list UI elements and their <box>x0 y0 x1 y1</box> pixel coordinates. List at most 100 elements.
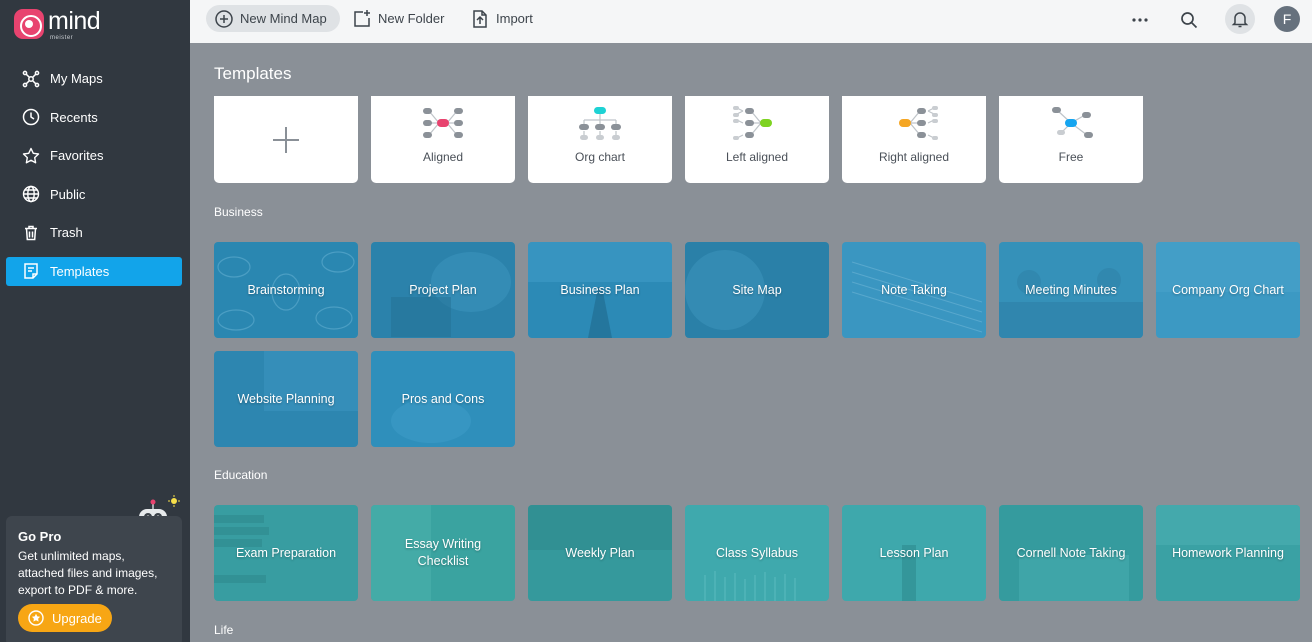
go-pro-panel: Go Pro Get unlimited maps, attached file… <box>6 516 182 642</box>
badge-star-icon <box>28 610 44 626</box>
new-mind-map-label: New Mind Map <box>240 11 327 26</box>
search-icon <box>1181 12 1198 29</box>
template-card-left-aligned[interactable]: Left aligned <box>685 96 829 183</box>
template-card-company-org-chart[interactable]: Company Org Chart <box>1156 242 1300 338</box>
right-aligned-layout-icon <box>899 106 938 140</box>
template-card-label: Lesson Plan <box>879 545 949 560</box>
template-card-label: Company Org Chart <box>1172 282 1284 297</box>
template-card-meeting-minutes[interactable]: Meeting Minutes <box>999 242 1143 338</box>
mindmap-icon <box>22 70 40 88</box>
sidebar-item-public[interactable]: Public <box>6 180 182 209</box>
template-card-label: Site Map <box>732 282 782 297</box>
add-circle-icon <box>214 9 234 29</box>
plus-icon <box>273 126 299 153</box>
template-card-right-aligned[interactable]: Right aligned <box>842 96 986 183</box>
sidebar-item-my-maps[interactable]: My Maps <box>6 64 182 93</box>
template-card-label: Weekly Plan <box>565 545 635 560</box>
template-card-website-planning[interactable]: Website Planning <box>214 351 358 447</box>
org-chart-layout-icon <box>579 107 621 140</box>
template-card-aligned[interactable]: Aligned <box>371 96 515 183</box>
trash-icon <box>22 224 40 242</box>
sidebar-item-label: Trash <box>50 225 83 240</box>
new-folder-icon <box>352 9 372 29</box>
template-card-homework-planning[interactable]: Homework Planning <box>1156 505 1300 601</box>
notifications-button[interactable] <box>1225 4 1255 34</box>
sidebar-nav: My Maps Recents Favorites Public Trash T… <box>6 64 182 295</box>
template-card-weekly-plan[interactable]: Weekly Plan <box>528 505 672 601</box>
clock-icon <box>22 108 40 126</box>
topbar: New Mind Map New Folder Import F <box>190 0 1312 43</box>
sidebar-item-trash[interactable]: Trash <box>6 218 182 247</box>
template-card-label: Left aligned <box>725 150 789 164</box>
template-card-label: Business Plan <box>560 282 640 297</box>
import-label: Import <box>496 11 533 26</box>
template-card-cornell-note-taking[interactable]: Cornell Note Taking <box>999 505 1143 601</box>
more-horizontal-icon <box>1132 18 1148 22</box>
template-card-essay-writing-checklist[interactable]: Essay Writing Checklist <box>371 505 515 601</box>
section-label-business: Business <box>214 205 263 219</box>
upgrade-button[interactable]: Upgrade <box>18 604 112 632</box>
go-pro-title: Go Pro <box>18 529 62 544</box>
template-card-label: Right aligned <box>878 150 950 164</box>
globe-icon <box>22 185 40 203</box>
logo-sub: meister <box>50 35 74 41</box>
template-icon <box>22 262 40 280</box>
template-card-exam-preparation[interactable]: Exam Preparation <box>214 505 358 601</box>
template-card-label: Website Planning <box>237 391 335 406</box>
go-pro-text: Get unlimited maps, attached files and i… <box>18 549 158 597</box>
template-card-lesson-plan[interactable]: Lesson Plan <box>842 505 986 601</box>
left-aligned-layout-icon <box>733 106 772 140</box>
import-button[interactable]: Import <box>470 5 533 32</box>
new-mind-map-button[interactable]: New Mind Map <box>206 5 340 32</box>
template-card-label: Aligned <box>422 150 464 164</box>
import-file-icon <box>470 9 490 29</box>
aligned-layout-icon <box>423 108 463 138</box>
sidebar-item-templates[interactable]: Templates <box>6 256 182 286</box>
template-card-pros-and-cons[interactable]: Pros and Cons <box>371 351 515 447</box>
template-card-brainstorming[interactable]: Brainstorming <box>214 242 358 338</box>
free-layout-icon <box>1052 107 1093 138</box>
sidebar-item-label: Favorites <box>50 148 104 163</box>
template-card-label: Class Syllabus <box>716 545 798 560</box>
more-options-button[interactable] <box>1126 6 1154 34</box>
template-card-label: Cornell Note Taking <box>1016 545 1126 560</box>
template-card-label: Exam Preparation <box>235 545 337 560</box>
template-card-business-plan[interactable]: Business Plan <box>528 242 672 338</box>
upgrade-label: Upgrade <box>52 610 102 626</box>
template-card-label: Homework Planning <box>1172 545 1284 560</box>
sidebar-item-label: Public <box>50 186 86 202</box>
sidebar-item-recents[interactable]: Recents <box>6 103 182 132</box>
template-card-label: Meeting Minutes <box>1025 282 1117 297</box>
template-card-site-map[interactable]: Site Map <box>685 242 829 338</box>
section-label-life: Life <box>214 623 234 637</box>
blank-template-card[interactable] <box>214 96 358 183</box>
sidebar-item-label: Recents <box>50 109 98 125</box>
star-icon <box>22 147 40 165</box>
template-card-note-taking[interactable]: Note Taking <box>842 242 986 338</box>
template-card-label: Org chart <box>574 150 625 164</box>
template-card-label: Free <box>1058 150 1084 164</box>
template-card-label: Note Taking <box>881 282 947 297</box>
logo-icon <box>14 9 44 39</box>
template-card-label: Project Plan <box>409 282 477 297</box>
template-card-label: Essay Writing Checklist <box>404 537 482 568</box>
sidebar-item-label: My Maps <box>50 71 103 86</box>
bell-icon <box>1231 12 1249 28</box>
sidebar-item-favorites[interactable]: Favorites <box>6 141 182 170</box>
page-title: Templates <box>214 64 292 83</box>
logo-word: mind <box>48 7 101 35</box>
template-card-label: Brainstorming <box>247 282 325 297</box>
sidebar: mind meister My Maps Recents Favorites P… <box>0 0 190 642</box>
user-avatar[interactable]: F <box>1274 6 1300 32</box>
section-label-education: Education <box>214 468 268 482</box>
search-button[interactable] <box>1175 6 1203 34</box>
mindmeister-logo[interactable]: mind meister <box>14 7 101 41</box>
template-card-class-syllabus[interactable]: Class Syllabus <box>685 505 829 601</box>
new-folder-button[interactable]: New Folder <box>352 5 444 32</box>
new-folder-label: New Folder <box>378 11 445 26</box>
template-card-label: Pros and Cons <box>401 391 485 406</box>
template-card-org-chart[interactable]: Org chart <box>528 96 672 183</box>
template-card-project-plan[interactable]: Project Plan <box>371 242 515 338</box>
sidebar-item-label: Templates <box>50 263 110 279</box>
template-card-free[interactable]: Free <box>999 96 1143 183</box>
